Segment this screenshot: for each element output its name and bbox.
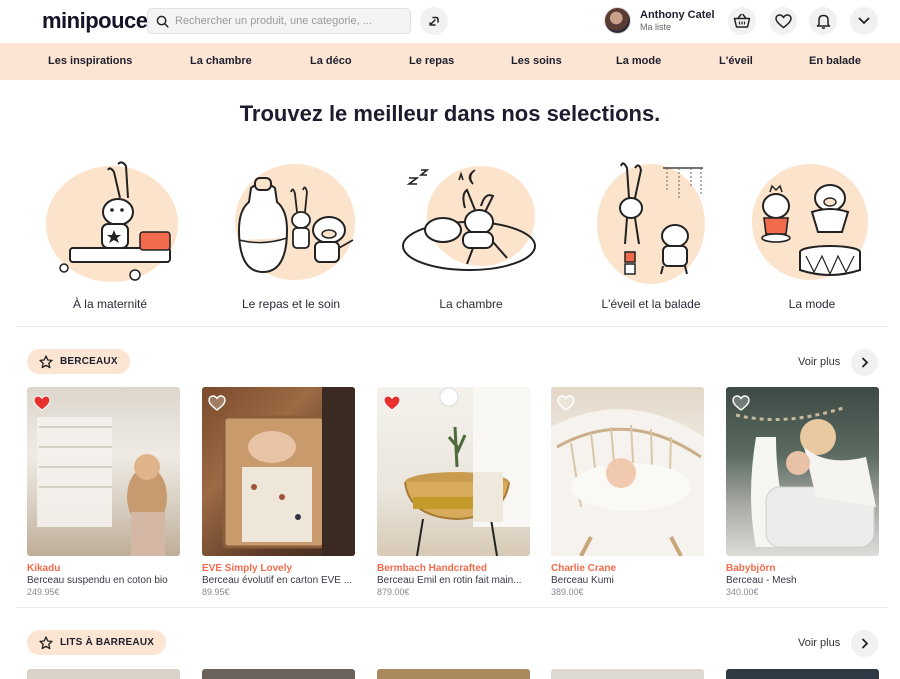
basket-icon <box>733 13 751 28</box>
category-nav: Les inspirations La chambre La déco Le r… <box>0 43 900 80</box>
bottle-illustration <box>235 164 355 280</box>
wishlist-button[interactable] <box>769 7 797 35</box>
section-title-berceaux: BERCEAUX <box>27 349 130 374</box>
nav-item-mode[interactable]: La mode <box>616 55 661 67</box>
next-button[interactable] <box>851 630 878 657</box>
product-image[interactable] <box>27 387 180 556</box>
heart-icon <box>774 13 792 28</box>
account-menu-button[interactable] <box>850 7 878 35</box>
product-card[interactable]: Bermbach Handcrafted Berceau Emil en rot… <box>377 387 530 597</box>
nav-item-repas[interactable]: Le repas <box>409 55 454 67</box>
see-more-link[interactable]: Voir plus <box>798 356 840 368</box>
favorite-heart-icon[interactable] <box>732 395 750 411</box>
bell-icon <box>816 14 830 29</box>
category-maternite[interactable]: À la maternité <box>40 160 180 315</box>
nav-item-soins[interactable]: Les soins <box>511 55 562 67</box>
category-label: Le repas et le soin <box>241 297 341 311</box>
product-image[interactable] <box>377 387 530 556</box>
user-name: Anthony Catel <box>640 9 715 21</box>
product-name[interactable]: Berceau - Mesh <box>726 575 879 586</box>
nav-item-balade[interactable]: En balade <box>809 55 861 67</box>
product-name[interactable]: Berceau Emil en rotin fait main... <box>377 575 530 586</box>
page-title: Trouvez le meilleur dans nos selections. <box>239 101 661 126</box>
category-eveil-balade[interactable]: L'éveil et la balade <box>581 160 721 315</box>
section-label: LITS À BARREAUX <box>60 637 155 648</box>
product-image[interactable] <box>726 669 879 679</box>
product-name[interactable]: Berceau Kumi <box>551 575 704 586</box>
category-label: À la maternité <box>72 297 148 311</box>
see-more-link[interactable]: Voir plus <box>798 637 840 649</box>
link-scan-icon <box>429 16 439 26</box>
product-name[interactable]: Berceau suspendu en coton bio <box>27 575 180 586</box>
product-brand[interactable]: Kikadu <box>27 563 180 574</box>
star-icon <box>39 354 53 368</box>
product-image[interactable] <box>27 669 180 679</box>
product-price: 879.00€ <box>377 587 410 597</box>
product-price: 389.00€ <box>551 587 584 597</box>
divider <box>16 326 888 327</box>
category-label: La chambre <box>439 297 503 311</box>
avatar[interactable] <box>604 7 631 34</box>
product-card[interactable]: Charlie Crane Berceau Kumi 389.00€ <box>551 387 704 597</box>
product-image[interactable] <box>551 387 704 556</box>
rabbit-illustration <box>46 161 178 282</box>
favorite-heart-icon[interactable] <box>557 395 575 411</box>
product-brand[interactable]: Bermbach Handcrafted <box>377 563 530 574</box>
nav-item-chambre[interactable]: La chambre <box>190 55 252 67</box>
product-image[interactable] <box>202 387 355 556</box>
product-card[interactable]: Kikadu Berceau suspendu en coton bio 249… <box>27 387 180 597</box>
product-card[interactable]: Babybjörn Berceau - Mesh 340.00€ <box>726 387 879 597</box>
basket-button[interactable] <box>728 7 756 35</box>
user-list-link[interactable]: Ma liste <box>640 22 715 32</box>
scan-button[interactable] <box>420 7 448 35</box>
circus-illustration <box>752 164 868 280</box>
search-input[interactable] <box>175 15 395 27</box>
category-mode[interactable]: La mode <box>742 160 882 315</box>
nav-item-deco[interactable]: La déco <box>310 55 352 67</box>
product-brand[interactable]: Babybjörn <box>726 563 879 574</box>
logo[interactable]: minipouce <box>42 8 148 34</box>
product-name[interactable]: Berceau évolutif en carton EVE ... <box>202 575 355 586</box>
product-brand[interactable]: EVE Simply Lovely <box>202 563 355 574</box>
mesh-crib-photo <box>735 405 876 548</box>
product-price: 249.95€ <box>27 587 60 597</box>
product-image[interactable] <box>377 669 530 679</box>
star-icon <box>39 635 53 649</box>
product-image[interactable] <box>202 669 355 679</box>
nav-item-eveil[interactable]: L'éveil <box>719 55 753 67</box>
cardboard-crib-photo <box>222 387 355 556</box>
user-account[interactable]: Anthony Catel Ma liste <box>604 7 715 34</box>
chevron-down-icon <box>858 17 870 25</box>
favorite-heart-icon[interactable] <box>33 395 51 411</box>
favorite-heart-icon[interactable] <box>208 395 226 411</box>
chevron-right-icon <box>861 638 868 649</box>
product-image[interactable] <box>551 669 704 679</box>
product-price: 89.95€ <box>202 587 230 597</box>
hanging-crib-photo <box>37 417 167 556</box>
category-label: L'éveil et la balade <box>601 297 701 311</box>
search-icon <box>156 15 169 28</box>
divider <box>16 607 888 608</box>
category-repas-soin[interactable]: Le repas et le soin <box>221 160 361 315</box>
kumi-crib-photo <box>551 409 704 556</box>
mobile-illustration <box>597 162 705 284</box>
section-title-lits-a-barreaux: LITS À BARREAUX <box>27 630 167 655</box>
sleeping-rabbit-illustration <box>402 166 536 271</box>
product-brand[interactable]: Charlie Crane <box>551 563 704 574</box>
search-bar[interactable] <box>147 8 411 34</box>
product-price: 340.00€ <box>726 587 759 597</box>
nav-item-inspirations[interactable]: Les inspirations <box>48 55 132 67</box>
product-card[interactable]: EVE Simply Lovely Berceau évolutif en ca… <box>202 387 355 597</box>
notifications-button[interactable] <box>809 7 837 35</box>
category-label: La mode <box>788 297 836 311</box>
product-image[interactable] <box>726 387 879 556</box>
next-button[interactable] <box>851 349 878 376</box>
chevron-right-icon <box>861 357 868 368</box>
category-chambre[interactable]: La chambre <box>401 160 541 315</box>
rattan-crib-photo <box>404 387 530 556</box>
header: minipouce Anthony Catel Ma liste <box>0 0 900 43</box>
section-label: BERCEAUX <box>60 356 118 367</box>
favorite-heart-icon[interactable] <box>383 395 401 411</box>
